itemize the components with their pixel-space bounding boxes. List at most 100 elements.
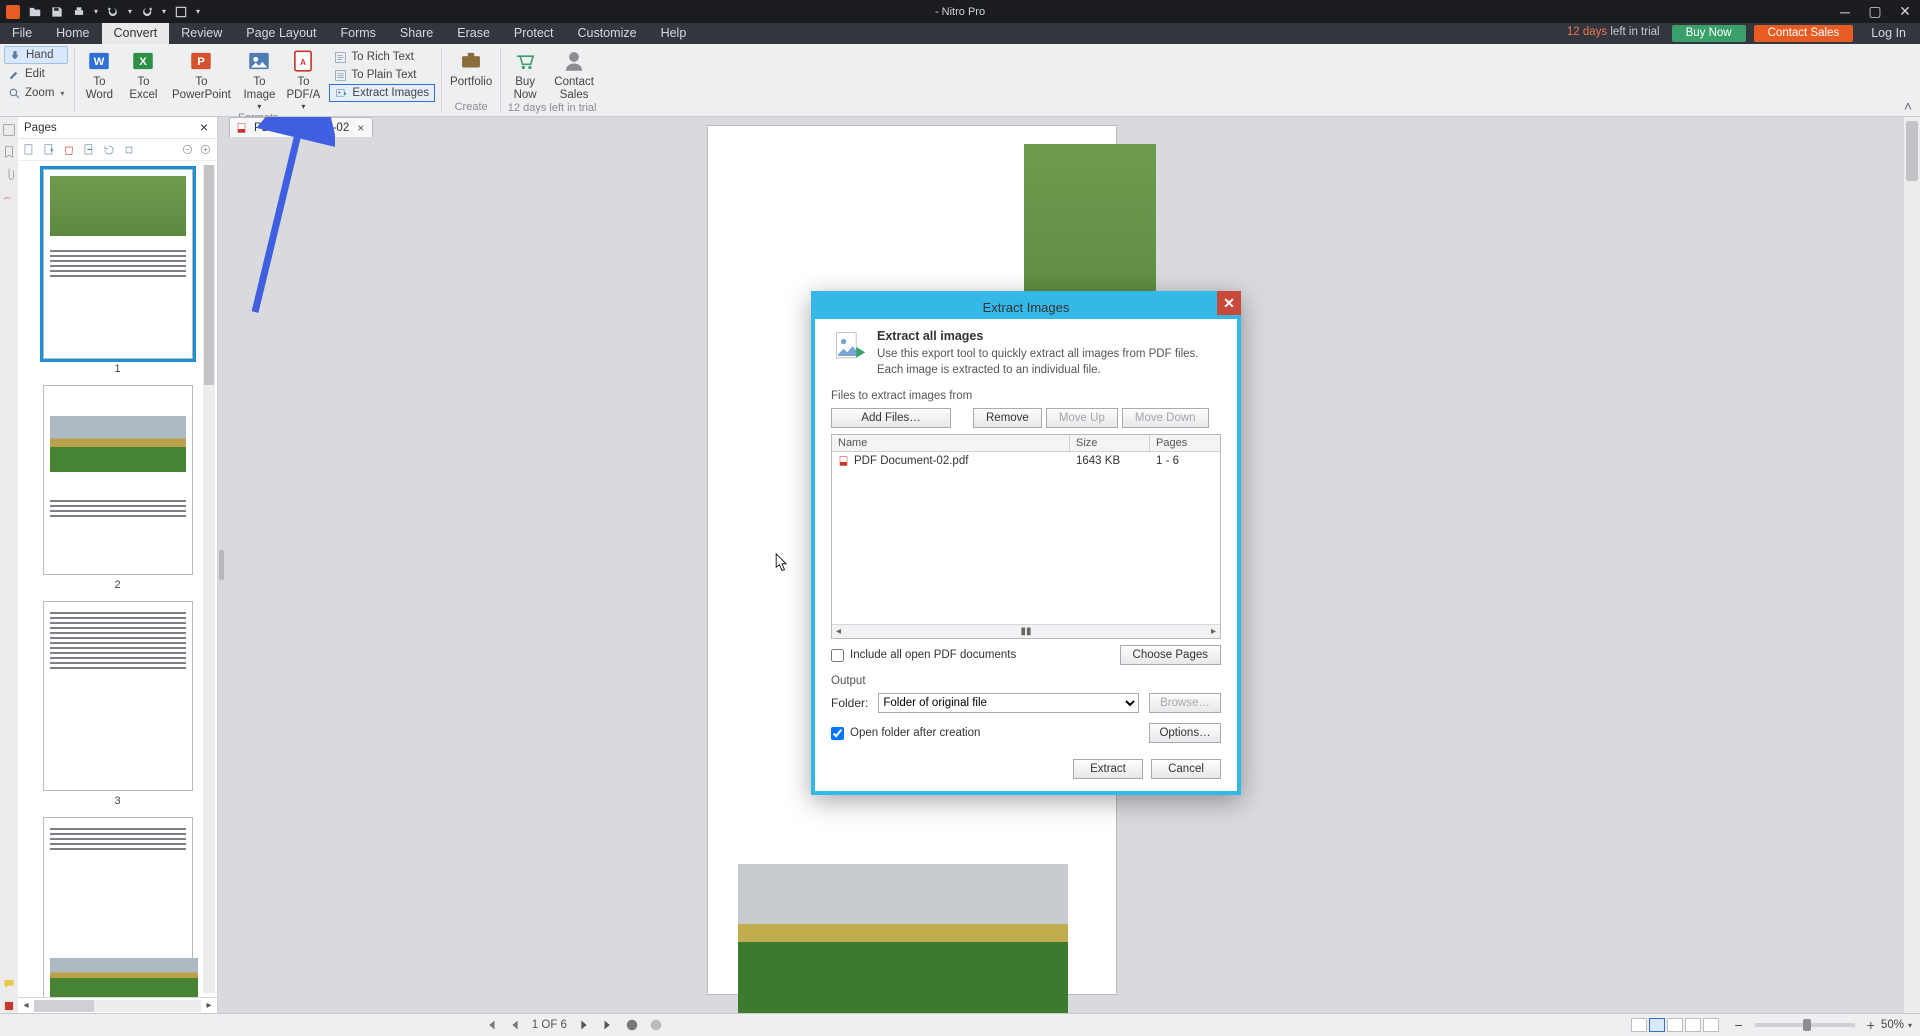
chevron-down-icon[interactable]: ▾ xyxy=(1906,1021,1912,1030)
zoom-percent[interactable]: 50% xyxy=(1881,1019,1904,1031)
view-fullscreen-icon[interactable] xyxy=(1703,1018,1719,1032)
include-open-docs-checkbox[interactable]: Include all open PDF documents xyxy=(831,649,1016,662)
login-link[interactable]: Log In xyxy=(1857,23,1920,44)
folder-select[interactable]: Folder of original file xyxy=(878,693,1139,713)
contact-sales-ribbon-button[interactable]: ContactSales xyxy=(547,46,601,102)
close-tab-icon[interactable]: × xyxy=(355,121,366,135)
move-up-button[interactable]: Move Up xyxy=(1046,408,1118,428)
print-icon[interactable] xyxy=(72,5,86,19)
delete-page-icon[interactable] xyxy=(62,143,76,157)
last-page-icon[interactable] xyxy=(601,1018,615,1032)
rotate-page-icon[interactable] xyxy=(102,143,116,157)
edit-tool[interactable]: Edit xyxy=(4,65,68,83)
thumbnails-icon[interactable] xyxy=(2,123,16,137)
thumbnail-4[interactable] xyxy=(30,817,205,997)
attachments-icon[interactable] xyxy=(2,167,16,181)
thumb-hscrollbar[interactable]: ◂▸ xyxy=(18,997,217,1013)
add-files-button[interactable]: Add Files… xyxy=(831,408,951,428)
tab-home[interactable]: Home xyxy=(44,23,101,44)
zoom-out-icon[interactable] xyxy=(181,143,195,157)
choose-pages-button[interactable]: Choose Pages xyxy=(1120,645,1221,665)
new-page-icon[interactable] xyxy=(22,143,36,157)
save-icon[interactable] xyxy=(50,5,64,19)
browse-button[interactable]: Browse… xyxy=(1149,693,1221,713)
zoom-slider[interactable] xyxy=(1755,1023,1855,1027)
signatures-icon[interactable] xyxy=(2,189,16,203)
to-excel-button[interactable]: X ToExcel xyxy=(121,46,165,112)
file-row[interactable]: PDF Document-02.pdf 1643 KB 1 - 6 xyxy=(832,452,1220,470)
portfolio-button[interactable]: Portfolio xyxy=(444,46,498,89)
dialog-title-bar[interactable]: Extract Images ✕ xyxy=(815,295,1237,319)
insert-page-icon[interactable] xyxy=(42,143,56,157)
thumbnail-3[interactable]: 3 xyxy=(30,601,205,807)
col-size[interactable]: Size xyxy=(1070,435,1150,451)
thumbnail-1[interactable]: 1 xyxy=(30,169,205,375)
doc-vscrollbar[interactable] xyxy=(1904,117,1920,1013)
collapse-ribbon-icon[interactable]: ˄ xyxy=(1904,98,1912,114)
comment-icon[interactable] xyxy=(2,977,16,991)
undo-icon[interactable] xyxy=(106,5,120,19)
buy-now-button[interactable]: Buy Now xyxy=(1672,25,1746,42)
chevron-down-icon[interactable]: ▾ xyxy=(94,7,98,16)
extract-page-icon[interactable] xyxy=(82,143,96,157)
extract-button[interactable]: Extract xyxy=(1073,759,1143,779)
tab-forms[interactable]: Forms xyxy=(328,23,387,44)
tab-protect[interactable]: Protect xyxy=(502,23,566,44)
prev-page-icon[interactable] xyxy=(508,1018,522,1032)
extract-images-button[interactable]: Extract Images xyxy=(329,84,435,102)
move-down-button[interactable]: Move Down xyxy=(1122,408,1209,428)
play-icon[interactable] xyxy=(649,1018,663,1032)
thumbnail-2[interactable]: 2 xyxy=(30,385,205,591)
bookmarks-icon[interactable] xyxy=(2,145,16,159)
tab-page-layout[interactable]: Page Layout xyxy=(234,23,328,44)
tab-erase[interactable]: Erase xyxy=(445,23,502,44)
buy-now-ribbon-button[interactable]: BuyNow xyxy=(503,46,547,102)
zoom-in-btn[interactable]: + xyxy=(1863,1017,1879,1033)
chevron-down-icon[interactable]: ▾ xyxy=(128,7,132,16)
tab-share[interactable]: Share xyxy=(388,23,445,44)
cancel-button[interactable]: Cancel xyxy=(1151,759,1221,779)
tab-review[interactable]: Review xyxy=(169,23,234,44)
chevron-down-icon[interactable]: ▾ xyxy=(196,7,200,16)
view-facing-icon[interactable] xyxy=(1667,1018,1683,1032)
zoom-tool[interactable]: Zoom▾ xyxy=(4,84,68,102)
open-file-icon[interactable] xyxy=(28,5,42,19)
document-tab[interactable]: PDF Document-02 × xyxy=(229,117,373,137)
properties-icon[interactable] xyxy=(174,5,188,19)
stop-icon[interactable] xyxy=(625,1018,639,1032)
to-pdfa-button[interactable]: A ToPDF/A▾ xyxy=(281,46,325,112)
col-name[interactable]: Name xyxy=(832,435,1070,451)
view-facing-continuous-icon[interactable] xyxy=(1685,1018,1701,1032)
zoom-out-btn[interactable]: − xyxy=(1731,1017,1747,1033)
open-folder-checkbox[interactable]: Open folder after creation xyxy=(831,727,980,740)
minimize-button[interactable]: ─ xyxy=(1830,0,1860,23)
maximize-button[interactable]: ▢ xyxy=(1860,0,1890,23)
panel-splitter[interactable] xyxy=(218,117,225,1013)
col-pages[interactable]: Pages xyxy=(1150,435,1220,451)
tab-convert[interactable]: Convert xyxy=(102,23,170,44)
list-hscrollbar[interactable]: ◂▮▮▸ xyxy=(832,624,1220,638)
close-window-button[interactable]: ✕ xyxy=(1890,0,1920,23)
thumb-scrollbar[interactable] xyxy=(203,165,215,993)
chevron-down-icon[interactable]: ▾ xyxy=(162,7,166,16)
tab-help[interactable]: Help xyxy=(649,23,699,44)
zoom-in-icon[interactable] xyxy=(199,143,213,157)
to-word-button[interactable]: W ToWord xyxy=(77,46,121,112)
tab-file[interactable]: File xyxy=(0,23,44,44)
redo-icon[interactable] xyxy=(140,5,154,19)
dialog-close-button[interactable]: ✕ xyxy=(1217,291,1241,315)
first-page-icon[interactable] xyxy=(484,1018,498,1032)
replace-page-icon[interactable] xyxy=(122,143,136,157)
hand-tool[interactable]: Hand xyxy=(4,46,68,64)
contact-sales-button[interactable]: Contact Sales xyxy=(1754,25,1854,42)
options-button[interactable]: Options… xyxy=(1149,723,1221,743)
files-listbox[interactable]: Name Size Pages PDF Document-02.pdf 1643… xyxy=(831,434,1221,639)
remove-file-button[interactable]: Remove xyxy=(973,408,1042,428)
to-powerpoint-button[interactable]: P ToPowerPoint xyxy=(165,46,237,112)
tab-customize[interactable]: Customize xyxy=(566,23,649,44)
to-rich-text-button[interactable]: To Rich Text xyxy=(329,48,435,66)
to-plain-text-button[interactable]: To Plain Text xyxy=(329,66,435,84)
view-single-icon[interactable] xyxy=(1631,1018,1647,1032)
next-page-icon[interactable] xyxy=(577,1018,591,1032)
close-panel-icon[interactable]: × xyxy=(197,121,211,135)
